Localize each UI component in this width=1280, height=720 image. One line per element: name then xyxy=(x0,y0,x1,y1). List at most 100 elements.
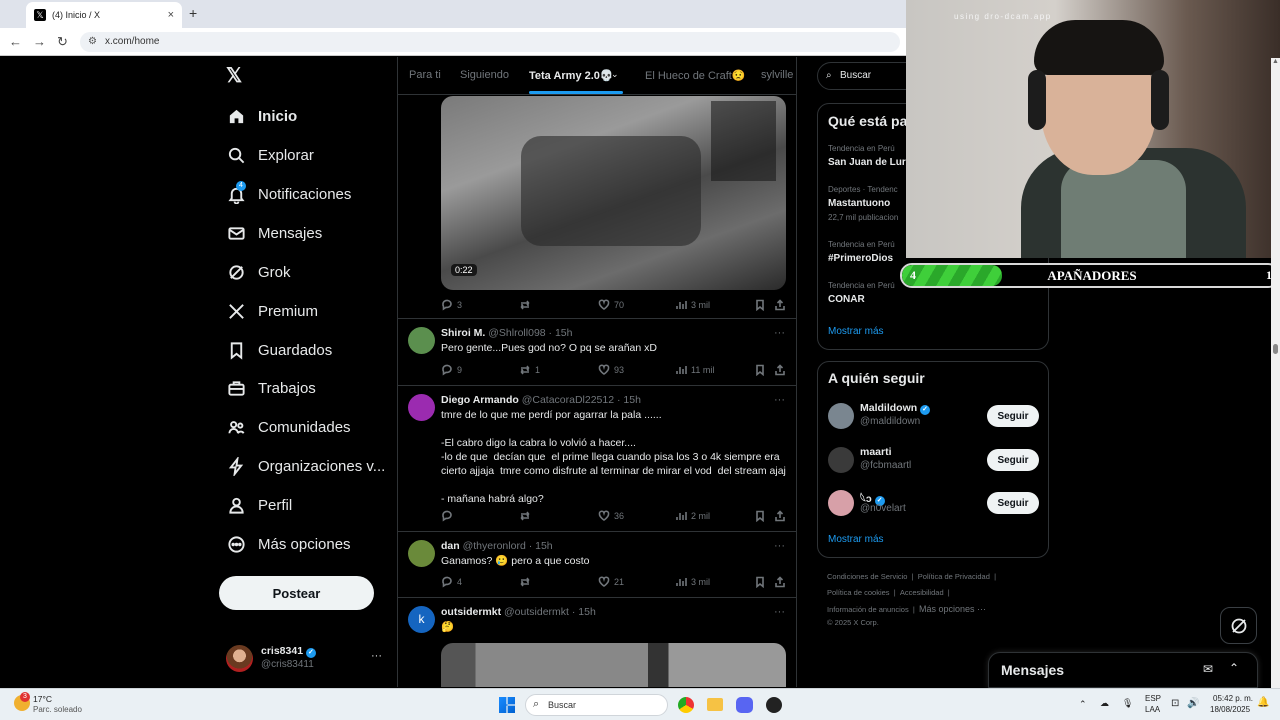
show-more-trends-link[interactable]: Mostrar más xyxy=(828,326,884,337)
clock-time[interactable]: 05:42 p. m. xyxy=(1213,694,1253,703)
nav-item-inicio[interactable]: Inicio xyxy=(226,101,297,131)
nav-item-más-opciones[interactable]: Más opciones xyxy=(226,529,351,559)
like-button[interactable]: 21 xyxy=(598,576,624,588)
bookmark-button[interactable] xyxy=(754,299,766,311)
x-logo-icon[interactable]: 𝕏 xyxy=(226,66,246,86)
account-switcher[interactable]: cris8341 ✓ @cris83411 ··· xyxy=(226,643,386,675)
nav-item-perfil[interactable]: Perfil xyxy=(226,490,292,520)
new-message-icon[interactable]: ✉ xyxy=(1203,662,1213,676)
windows-start-icon[interactable] xyxy=(499,697,515,713)
tab-siguiendo[interactable]: Siguiendo xyxy=(460,69,509,81)
app-icon[interactable] xyxy=(766,697,782,713)
author-name[interactable]: dan xyxy=(441,540,460,552)
author-name[interactable]: outsidermkt xyxy=(441,606,501,618)
share-button[interactable] xyxy=(774,299,786,311)
video-post[interactable]: 0:22 3 70 3 mil xyxy=(398,95,796,319)
taskbar-search[interactable]: ⌕ Buscar xyxy=(525,694,668,716)
nav-item-mensajes[interactable]: Mensajes xyxy=(226,218,322,248)
footer-link-ads[interactable]: Información de anuncios xyxy=(827,605,909,614)
back-arrow-icon[interactable]: ← xyxy=(9,34,22,49)
repost-button[interactable]: 1 xyxy=(519,364,540,376)
reload-icon[interactable]: ↻ xyxy=(57,34,68,50)
suggestion-name[interactable]: Maldildown xyxy=(860,402,917,414)
nav-item-organizaciones-v[interactable]: Organizaciones v... xyxy=(226,451,385,481)
chevron-down-icon[interactable]: ⌄ xyxy=(611,69,619,80)
nav-item-comunidades[interactable]: Comunidades xyxy=(226,412,351,442)
avatar[interactable] xyxy=(828,403,854,429)
post-more-icon[interactable]: ··· xyxy=(774,540,785,552)
language-code[interactable]: ESP xyxy=(1145,694,1161,703)
tab-para-ti[interactable]: Para ti xyxy=(409,69,441,81)
post-more-icon[interactable]: ··· xyxy=(774,327,785,339)
volume-icon[interactable]: 🔊 xyxy=(1187,698,1199,709)
microphone-icon[interactable]: 🎙 xyxy=(1122,698,1133,709)
follow-button[interactable]: Seguir xyxy=(987,405,1039,427)
weather-temp[interactable]: 17°C xyxy=(33,694,52,704)
notification-bell-icon[interactable]: 🔔 xyxy=(1257,697,1269,708)
tab-sylville[interactable]: sylville xyxy=(761,69,793,81)
suggestion-name[interactable]: maarti xyxy=(860,446,892,458)
bookmark-button[interactable] xyxy=(754,510,766,522)
footer-link-more[interactable]: Más opciones ··· xyxy=(919,604,986,614)
share-button[interactable] xyxy=(774,364,786,376)
cloud-icon[interactable]: ☁ xyxy=(1100,698,1109,709)
like-button[interactable]: 93 xyxy=(598,364,624,376)
bookmark-button[interactable] xyxy=(754,576,766,588)
avatar[interactable] xyxy=(828,447,854,473)
views-button[interactable]: 11 mil xyxy=(675,364,714,376)
nav-item-premium[interactable]: Premium xyxy=(226,296,318,326)
new-tab-button[interactable]: + xyxy=(189,5,197,21)
tab-close-icon[interactable]: × xyxy=(168,9,174,21)
clock-date[interactable]: 18/08/2025 xyxy=(1210,705,1250,714)
expand-up-icon[interactable]: ⌃ xyxy=(1229,661,1239,675)
tray-overflow-icon[interactable]: ⌃ xyxy=(1079,699,1087,710)
file-explorer-icon[interactable] xyxy=(707,698,723,711)
post[interactable]: Diego Armando @CatacoraDl22512 · 15h ··· t… xyxy=(398,386,796,532)
reply-button[interactable]: 9 xyxy=(441,364,462,376)
follow-suggestion[interactable]: maarti @fcbmaartl Seguir xyxy=(818,444,1050,480)
footer-link-cookies[interactable]: Política de cookies xyxy=(827,588,890,597)
browser-tab[interactable]: 𝕏 (4) Inicio / X × xyxy=(26,2,182,28)
page-scrollbar[interactable]: ▲ xyxy=(1271,58,1280,688)
author-name[interactable]: Diego Armando xyxy=(441,394,519,406)
nav-item-notificaciones[interactable]: 4 Notificaciones xyxy=(226,179,351,209)
post-button[interactable]: Postear xyxy=(219,576,374,610)
grok-button[interactable] xyxy=(1220,607,1257,644)
discord-icon[interactable] xyxy=(736,697,753,713)
views-button[interactable]: 2 mil xyxy=(675,510,710,522)
language-layout[interactable]: LAA xyxy=(1145,705,1160,714)
share-button[interactable] xyxy=(774,510,786,522)
repost-button[interactable] xyxy=(519,576,531,588)
avatar[interactable] xyxy=(408,327,435,354)
messages-dock[interactable]: Mensajes ✉ ⌃ xyxy=(988,652,1258,688)
like-button[interactable]: 70 xyxy=(598,299,624,311)
avatar[interactable]: k xyxy=(408,606,435,633)
account-more-icon[interactable]: ··· xyxy=(371,650,382,662)
chrome-icon[interactable] xyxy=(678,697,694,713)
views-button[interactable]: 3 mil xyxy=(675,576,710,588)
nav-item-explorar[interactable]: Explorar xyxy=(226,140,314,170)
follow-suggestion[interactable]: 𓆩ↄ ✓ @n0velart Seguir xyxy=(818,487,1050,523)
like-button[interactable]: 36 xyxy=(598,510,624,522)
repost-button[interactable] xyxy=(519,510,531,522)
scroll-up-icon[interactable]: ▲ xyxy=(1272,58,1279,65)
post[interactable]: dan @thyeronlord · 15h ··· Ganamos? 🥲 pero… xyxy=(398,532,796,598)
tab-teta-army[interactable]: Teta Army 2.0💀 xyxy=(529,69,614,82)
post-more-icon[interactable]: ··· xyxy=(774,606,785,618)
nav-item-grok[interactable]: Grok xyxy=(226,257,291,287)
share-button[interactable] xyxy=(774,576,786,588)
footer-link-terms[interactable]: Condiciones de Servicio xyxy=(827,572,907,581)
views-button[interactable]: 3 mil xyxy=(675,299,710,311)
forward-arrow-icon[interactable]: → xyxy=(33,34,46,49)
url-input[interactable]: ⚙ x.com/home xyxy=(80,32,900,52)
reply-button[interactable] xyxy=(441,510,453,522)
network-icon[interactable]: ⊡ xyxy=(1171,698,1179,709)
scrollbar-thumb[interactable] xyxy=(1273,344,1278,354)
post[interactable]: Shiroi M. @Shlroll098 · 15h ··· Pero gente… xyxy=(398,319,796,386)
nav-item-guardados[interactable]: Guardados xyxy=(226,335,332,365)
post[interactable]: k outsidermkt @outsidermkt · 15h ··· 🤔 xyxy=(398,598,796,687)
avatar[interactable] xyxy=(408,394,435,421)
follow-button[interactable]: Seguir xyxy=(987,449,1039,471)
post-more-icon[interactable]: ··· xyxy=(774,394,785,406)
follow-suggestion[interactable]: Maldildown ✓ @maldildown Seguir xyxy=(818,400,1050,436)
